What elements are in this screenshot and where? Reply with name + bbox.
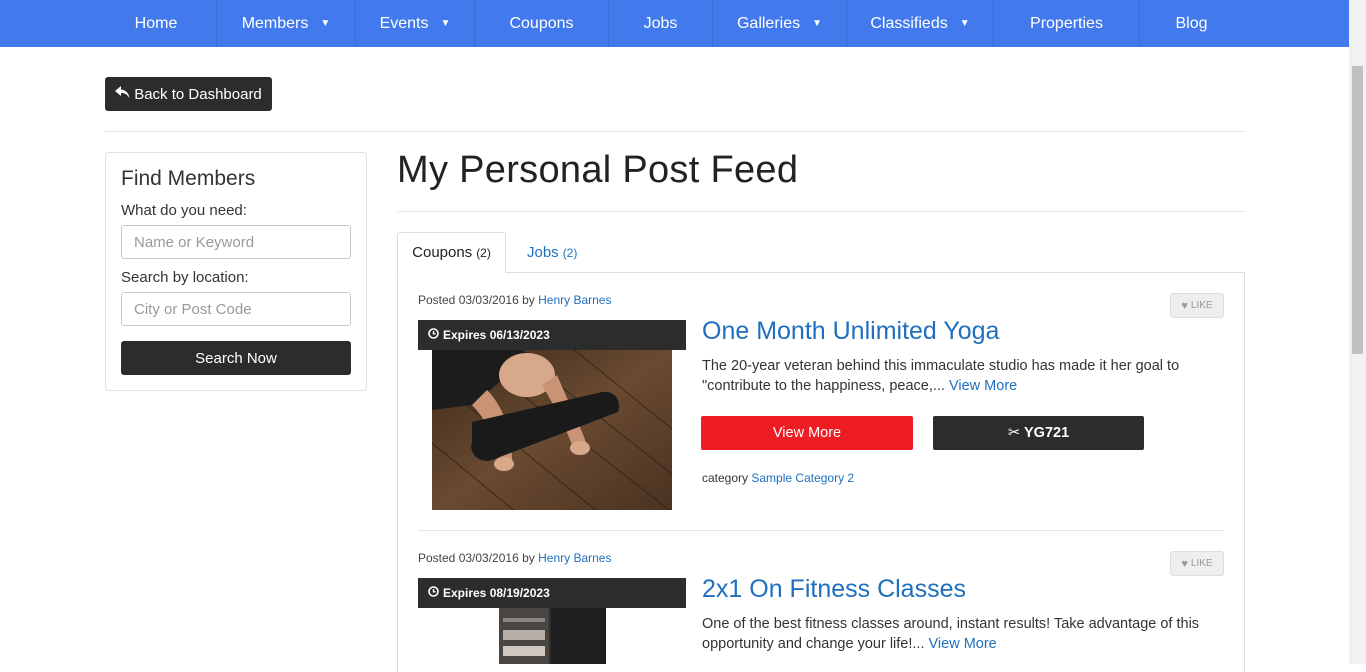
coupon-code: YG721: [1024, 425, 1070, 441]
tab-count: (2): [476, 245, 491, 260]
post-meta: Posted 03/03/2016 by Henry Barnes: [418, 551, 611, 565]
page-scrollbar[interactable]: [1349, 0, 1366, 664]
nav-label: Members: [241, 14, 309, 32]
view-button-label: View More: [772, 425, 842, 441]
divider: [105, 131, 1245, 132]
post-description: One of the best fitness classes around, …: [702, 614, 1212, 654]
nav-menu: Home Members ▼ Events ▼ Coupons Jobs Galle…: [96, 0, 1243, 47]
nav-item-jobs[interactable]: Jobs: [609, 0, 713, 47]
nav-label: Home: [134, 14, 178, 32]
nav-item-classifieds[interactable]: Classifieds ▼: [847, 0, 994, 47]
posted-date: Posted 03/03/2016 by: [418, 551, 535, 565]
find-members-panel: Find Members What do you need: Name or K…: [105, 152, 367, 391]
expiry-date: Expires 06/13/2023: [443, 328, 550, 342]
top-navigation: Home Members ▼ Events ▼ Coupons Jobs Galle…: [0, 0, 1349, 47]
back-button-label: Back to Dashboard: [134, 85, 262, 103]
category-label: category: [702, 471, 749, 485]
like-button[interactable]: ♥ LIKE: [1170, 551, 1224, 576]
reply-icon: [115, 85, 130, 103]
nav-label: Classifieds: [870, 14, 948, 32]
divider: [397, 211, 1245, 212]
caret-down-icon: ▼: [440, 18, 451, 29]
nav-label: Blog: [1175, 14, 1208, 32]
view-more-link[interactable]: View More: [929, 636, 997, 652]
sidebar-title: Find Members: [121, 167, 256, 190]
tab-coupons[interactable]: Coupons (2): [397, 232, 506, 273]
nav-item-blog[interactable]: Blog: [1140, 0, 1243, 47]
nav-item-home[interactable]: Home: [96, 0, 217, 47]
author-link[interactable]: Henry Barnes: [538, 293, 611, 307]
search-button-label: Search Now: [195, 349, 277, 367]
like-button[interactable]: ♥ LIKE: [1170, 293, 1224, 318]
expiry-banner: Expires 08/19/2023: [418, 578, 686, 608]
view-more-link[interactable]: View More: [949, 378, 1017, 394]
back-to-dashboard-button[interactable]: Back to Dashboard: [105, 77, 272, 111]
post-title[interactable]: One Month Unlimited Yoga: [702, 317, 999, 346]
like-label: LIKE: [1190, 300, 1213, 311]
post-divider: [418, 530, 1224, 531]
tab-count: (2): [562, 245, 578, 260]
keyword-input[interactable]: Name or Keyword: [121, 225, 351, 259]
nav-label: Galleries: [736, 14, 801, 32]
caret-down-icon: ▼: [959, 18, 970, 29]
scissors-icon: ✂: [1007, 425, 1020, 441]
caret-down-icon: ▼: [812, 18, 823, 29]
nav-item-properties[interactable]: Properties: [994, 0, 1140, 47]
post-category: category Sample Category 2: [702, 471, 854, 485]
keyword-placeholder: Name or Keyword: [134, 233, 255, 251]
heart-icon: ♥: [1181, 557, 1188, 570]
heart-icon: ♥: [1181, 299, 1188, 312]
expiry-date: Expires 08/19/2023: [443, 586, 550, 600]
location-placeholder: City or Post Code: [134, 300, 252, 318]
nav-item-events[interactable]: Events ▼: [356, 0, 475, 47]
nav-item-galleries[interactable]: Galleries ▼: [713, 0, 847, 47]
yoga-mat-image[interactable]: [432, 350, 672, 510]
nav-item-coupons[interactable]: Coupons: [475, 0, 609, 47]
page-title: My Personal Post Feed: [397, 149, 799, 191]
expiry-banner: Expires 06/13/2023: [418, 320, 686, 350]
search-now-button[interactable]: Search Now: [121, 341, 351, 375]
nav-label: Properties: [1030, 14, 1103, 32]
description-text: The 20-year veteran behind this immacula…: [702, 358, 1180, 394]
clock-icon: [428, 328, 439, 342]
location-label: Search by location:: [121, 269, 249, 286]
nav-item-members[interactable]: Members ▼: [217, 0, 356, 47]
fitness-class-image[interactable]: [499, 608, 606, 664]
post-description: The 20-year veteran behind this immacula…: [702, 356, 1212, 396]
posted-date: Posted 03/03/2016 by: [418, 293, 535, 307]
coupon-code-button[interactable]: ✂ YG721: [933, 416, 1144, 450]
caret-down-icon: ▼: [320, 18, 331, 29]
nav-label: Jobs: [643, 14, 678, 32]
location-input[interactable]: City or Post Code: [121, 292, 351, 326]
scrollbar-thumb[interactable]: [1352, 66, 1363, 354]
post-meta: Posted 03/03/2016 by Henry Barnes: [418, 293, 611, 307]
nav-label: Events: [379, 14, 429, 32]
author-link[interactable]: Henry Barnes: [538, 551, 611, 565]
tab-label: Jobs: [527, 244, 559, 261]
view-more-button[interactable]: View More: [701, 416, 913, 450]
nav-label: Coupons: [509, 14, 574, 32]
tab-jobs[interactable]: Jobs (2): [527, 232, 577, 273]
category-link[interactable]: Sample Category 2: [751, 471, 854, 485]
keyword-label: What do you need:: [121, 202, 247, 219]
like-label: LIKE: [1190, 558, 1213, 569]
clock-icon: [428, 586, 439, 600]
tab-label: Coupons: [412, 244, 473, 261]
post-title[interactable]: 2x1 On Fitness Classes: [702, 575, 966, 604]
